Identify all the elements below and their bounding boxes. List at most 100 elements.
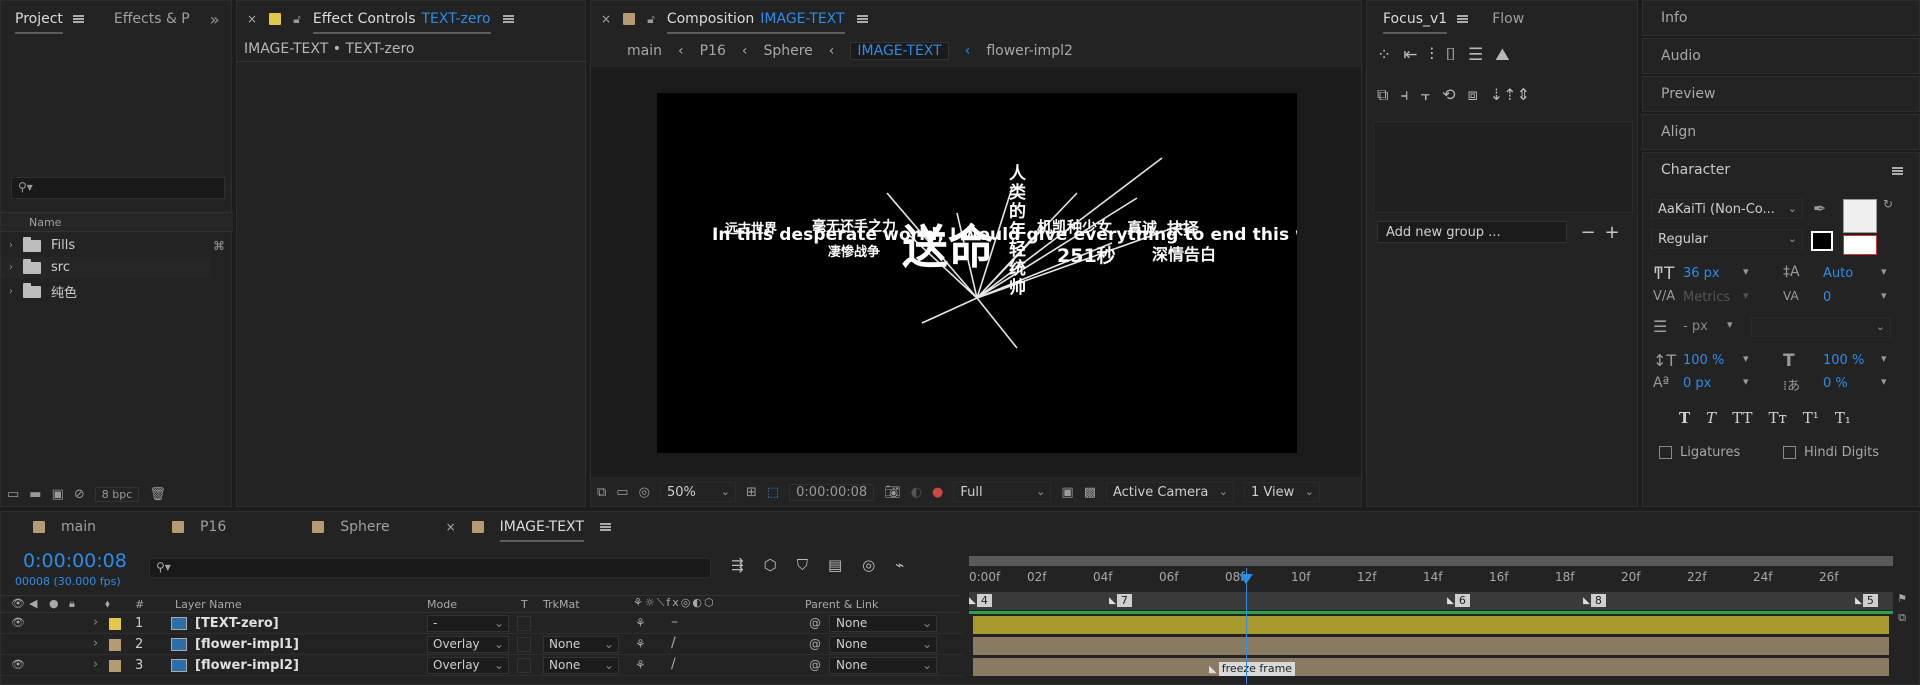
interpret-footage-icon[interactable]: ▭ (7, 487, 19, 502)
breadcrumb-sphere[interactable]: Sphere (763, 43, 812, 59)
layer-name[interactable]: [flower-impl1] (195, 637, 299, 652)
time-ruler[interactable]: 0:00f 02f 04f 06f 08f 10f 12f 14f 16f 18f 20f 22f 24… (969, 568, 1893, 586)
layer-row[interactable]: 👁︎ › 1 [TEXT-zero] - ⌄ ⚘ – @ None ⌄ (1, 614, 963, 634)
label-color-icon[interactable] (109, 660, 121, 672)
vertical-scale-value[interactable]: 100 % (1683, 353, 1724, 368)
close-icon[interactable]: × (446, 520, 456, 534)
shy-icon[interactable]: ⛉ (797, 556, 808, 574)
leading-value[interactable]: Auto (1823, 266, 1853, 281)
swap-colors-icon[interactable]: ↻ (1883, 197, 1893, 211)
mode-select[interactable]: Overlay ⌄ (427, 636, 509, 653)
chevron-down-icon[interactable]: ▾ (1743, 289, 1749, 302)
freeze-frame-marker[interactable]: ◣ freeze frame (1209, 662, 1296, 676)
layer-bar-flower-impl1[interactable] (973, 637, 1889, 655)
chevron-down-icon[interactable]: ▾ (1727, 318, 1733, 331)
chevron-down-icon[interactable]: ▾ (1881, 265, 1887, 278)
quality-switch-icon[interactable]: – (671, 614, 678, 630)
tab-composition[interactable]: Composition IMAGE-TEXT (666, 11, 845, 34)
panel-overflow-icon[interactable]: » (210, 10, 220, 29)
trash-icon[interactable]: 🗑 (149, 487, 166, 502)
monitor-icon[interactable]: ▭ (616, 485, 628, 500)
list-icon[interactable]: ☰ (1468, 45, 1483, 65)
layer-name[interactable]: [TEXT-zero] (195, 616, 279, 631)
anchor-icon[interactable]: ⁘ (1377, 45, 1391, 65)
zoom-select[interactable]: 50% ⌄ (659, 482, 736, 502)
font-size-value[interactable]: 36 px (1683, 266, 1720, 281)
twirl-arrow-icon[interactable]: › (93, 657, 98, 672)
twirl-arrow-icon[interactable]: › (93, 636, 98, 651)
mask-view-icon[interactable]: ◎ (639, 485, 650, 500)
new-composition-icon[interactable]: ▣ (52, 487, 64, 502)
work-area-bar[interactable] (969, 556, 1893, 566)
tab-project[interactable]: Project (15, 11, 63, 34)
mode-select[interactable]: Overlay ⌄ (427, 657, 509, 674)
pin-left-icon[interactable]: ⫞ (1400, 85, 1408, 105)
view-layout-select[interactable]: 1 View ⌄ (1243, 482, 1320, 502)
project-item[interactable]: › Fills ⌘ (1, 235, 233, 256)
snapshot-icon[interactable]: 📷︎ (884, 485, 901, 500)
project-search[interactable]: ⚲▾ (11, 177, 225, 199)
tab-image-text[interactable]: IMAGE-TEXT (499, 519, 585, 542)
breadcrumb-main[interactable]: main (627, 43, 662, 59)
fill-color-swatch[interactable] (1843, 199, 1877, 233)
playhead-handle[interactable] (1239, 574, 1253, 584)
timeline-search[interactable]: ⚲▾ (149, 558, 711, 578)
close-icon[interactable]: × (601, 12, 611, 26)
parent-select[interactable]: None ⌄ (829, 636, 937, 653)
lock-icon[interactable]: 🔓︎ (647, 12, 655, 27)
fast-previews-icon[interactable]: ▣ (1061, 485, 1073, 500)
project-menu-icon[interactable] (72, 15, 84, 23)
align-left-icon[interactable]: ⇤ (1403, 45, 1417, 65)
twirl-arrow-icon[interactable]: › (93, 615, 98, 630)
chevron-down-icon[interactable]: ▾ (1881, 289, 1887, 302)
superscript-button[interactable]: T¹ (1803, 409, 1819, 427)
layer-row[interactable]: › 2 [flower-impl1] Overlay ⌄ None ⌄ ⚘ / @ None ⌄ (1, 635, 963, 655)
lock-icon[interactable]: 🔓︎ (293, 12, 301, 27)
trkmat-select[interactable]: None ⌄ (543, 636, 619, 653)
pickwhip-icon[interactable]: @ (809, 658, 821, 672)
graph-editor-icon[interactable]: ⌁ (895, 556, 904, 574)
shy-switch-icon[interactable]: ⚘ (635, 637, 646, 651)
preserve-transparency[interactable] (517, 616, 531, 631)
always-preview-icon[interactable]: ⧉ (597, 485, 606, 500)
pin-right-icon[interactable]: ⫟ (1420, 85, 1430, 105)
expand-arrow-icon[interactable]: › (9, 262, 13, 273)
bpc-button[interactable]: 8 bpc (94, 486, 140, 502)
horizontal-scale-value[interactable]: 100 % (1823, 353, 1864, 368)
preserve-transparency[interactable] (517, 658, 531, 673)
tab-sphere[interactable]: Sphere (340, 519, 389, 535)
new-folder-icon[interactable]: ▬ (29, 487, 41, 502)
breadcrumb-flower-impl2[interactable]: flower-impl2 (986, 43, 1073, 59)
expand-arrow-icon[interactable]: › (9, 286, 13, 297)
arrows-icon[interactable]: ⇣⇡⇕ (1490, 85, 1530, 105)
faux-bold-button[interactable]: T (1679, 409, 1690, 427)
all-caps-button[interactable]: TT (1732, 409, 1752, 427)
show-snapshot-icon[interactable]: ◐ (911, 485, 922, 500)
faux-italic-button[interactable]: T (1706, 409, 1716, 427)
label-color-icon[interactable] (109, 639, 121, 651)
stroke-style-select[interactable]: ⌄ (1751, 317, 1891, 337)
chevron-down-icon[interactable]: ▾ (1743, 375, 1749, 388)
eyedropper-icon[interactable]: ✒ (1813, 199, 1826, 218)
pin-icon[interactable]: ⌷ (1446, 45, 1456, 65)
menu-icon[interactable] (599, 523, 611, 531)
camera-select[interactable]: Active Camera ⌄ (1105, 482, 1234, 502)
draft-3d-icon[interactable]: ⬡ (764, 556, 777, 574)
region-of-interest-icon[interactable]: ⬚ (767, 485, 779, 500)
link-icon[interactable]: ⧈ (1468, 85, 1478, 105)
parent-select[interactable]: None ⌄ (829, 657, 937, 674)
chevron-down-icon[interactable]: ▾ (1881, 352, 1887, 365)
close-icon[interactable]: × (247, 12, 257, 26)
chevron-down-icon[interactable]: ▾ (1743, 265, 1749, 278)
transparency-grid-icon[interactable]: ▩ (1084, 485, 1096, 500)
shy-switch-icon[interactable]: ⚘ (635, 658, 646, 672)
frame-blending-icon[interactable]: ▤ (828, 556, 842, 574)
preserve-transparency[interactable] (517, 637, 531, 652)
tab-main[interactable]: main (61, 519, 96, 535)
menu-icon[interactable] (1892, 167, 1903, 175)
comp-marker[interactable]: ◣ 6 (1447, 594, 1470, 607)
hierarchy-icon[interactable]: ⌘ (213, 239, 225, 253)
comp-marker[interactable]: ◣ 5 (1855, 594, 1878, 607)
tab-flow[interactable]: Flow (1492, 11, 1524, 27)
mode-select[interactable]: - ⌄ (427, 615, 509, 632)
